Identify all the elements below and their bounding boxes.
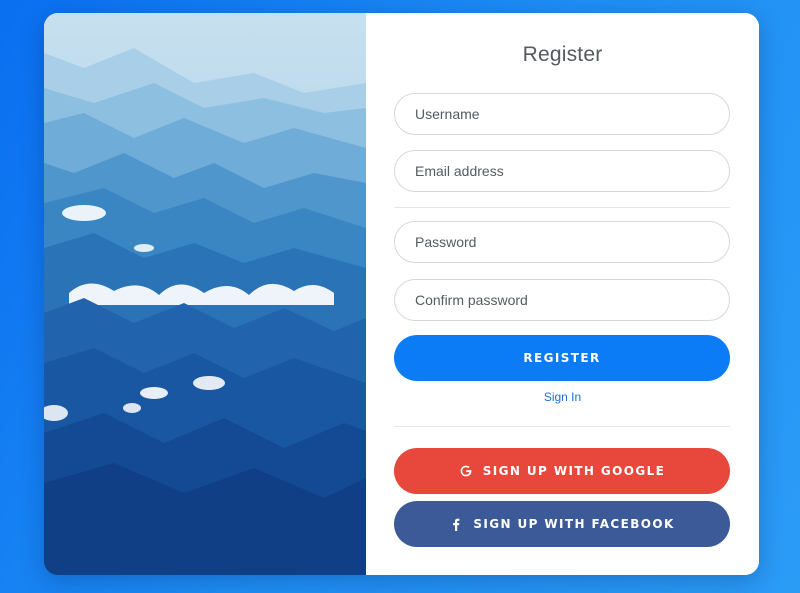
divider: [394, 207, 730, 208]
register-button-label: REGISTER: [523, 351, 601, 365]
divider: [394, 426, 730, 427]
google-icon: [459, 464, 473, 478]
google-signup-button[interactable]: SIGN UP WITH GOOGLE: [394, 448, 730, 494]
register-card: Register REGISTER Sign In SIGN UP WITH G…: [44, 13, 759, 575]
mountain-landscape-graphic: [44, 13, 366, 575]
google-button-label: SIGN UP WITH GOOGLE: [482, 464, 666, 478]
password-input[interactable]: [394, 221, 730, 263]
facebook-signup-button[interactable]: SIGN UP WITH FACEBOOK: [394, 501, 730, 547]
sign-in-link[interactable]: Sign In: [366, 390, 759, 404]
facebook-button-label: SIGN UP WITH FACEBOOK: [473, 517, 675, 531]
register-form: Register REGISTER Sign In SIGN UP WITH G…: [366, 13, 759, 575]
confirm-password-input[interactable]: [394, 279, 730, 321]
mountain-image: [44, 13, 366, 575]
page-title: Register: [522, 43, 603, 66]
register-button[interactable]: REGISTER: [394, 335, 730, 381]
email-input[interactable]: [394, 150, 730, 192]
username-input[interactable]: [394, 93, 730, 135]
facebook-icon: [449, 517, 463, 531]
